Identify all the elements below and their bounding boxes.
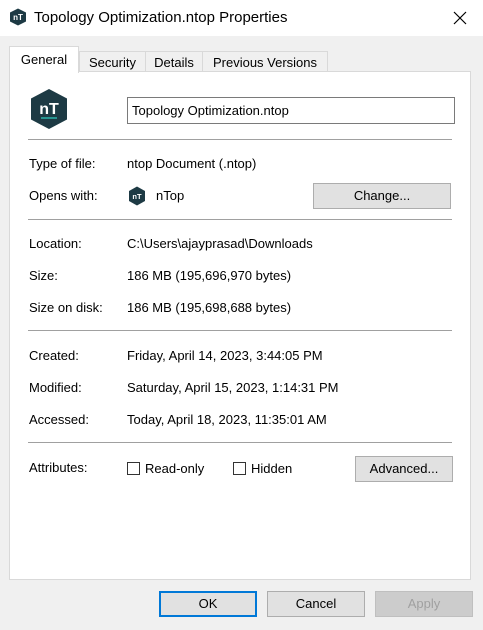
apply-button[interactable]: Apply xyxy=(375,591,473,617)
hidden-checkbox[interactable] xyxy=(233,462,246,475)
file-name-input[interactable] xyxy=(127,97,455,124)
change-button[interactable]: Change... xyxy=(313,183,451,209)
separator xyxy=(28,219,452,220)
close-button[interactable] xyxy=(437,0,483,36)
cancel-button[interactable]: Cancel xyxy=(267,591,365,617)
title-bar: nT Topology Optimization.ntop Properties xyxy=(0,0,483,36)
ntop-small-icon: nT xyxy=(128,186,146,206)
size-label: Size: xyxy=(29,268,58,283)
created-value: Friday, April 14, 2023, 3:44:05 PM xyxy=(127,348,323,363)
modified-label: Modified: xyxy=(29,380,82,395)
ok-button[interactable]: OK xyxy=(159,591,257,617)
separator xyxy=(28,139,452,140)
read-only-checkbox[interactable] xyxy=(127,462,140,475)
svg-text:nT: nT xyxy=(132,192,142,201)
accessed-label: Accessed: xyxy=(29,412,89,427)
size-on-disk-label: Size on disk: xyxy=(29,300,103,315)
size-value: 186 MB (195,696,970 bytes) xyxy=(127,268,292,283)
ntop-file-icon: nT xyxy=(30,88,68,130)
location-value: C:\Users\ajayprasad\Downloads xyxy=(127,236,313,251)
read-only-label[interactable]: Read-only xyxy=(145,461,204,476)
size-on-disk-value: 186 MB (195,698,688 bytes) xyxy=(127,300,292,315)
location-label: Location: xyxy=(29,236,82,251)
separator xyxy=(28,330,452,331)
svg-text:nT: nT xyxy=(13,13,23,22)
separator xyxy=(28,442,452,443)
hidden-label[interactable]: Hidden xyxy=(251,461,292,476)
type-of-file-label: Type of file: xyxy=(29,156,96,171)
tab-general[interactable]: General xyxy=(9,46,79,73)
general-panel: nT Type of file: ntop Document (.ntop) O… xyxy=(9,71,471,580)
modified-value: Saturday, April 15, 2023, 1:14:31 PM xyxy=(127,380,339,395)
attributes-label: Attributes: xyxy=(29,460,88,475)
ntop-app-icon: nT xyxy=(9,8,27,26)
accessed-value: Today, April 18, 2023, 11:35:01 AM xyxy=(127,412,327,427)
tab-security[interactable]: Security xyxy=(79,51,146,72)
created-label: Created: xyxy=(29,348,79,363)
close-icon xyxy=(453,11,467,25)
advanced-button[interactable]: Advanced... xyxy=(355,456,453,482)
type-of-file-value: ntop Document (.ntop) xyxy=(127,156,257,171)
opens-with-label: Opens with: xyxy=(29,188,98,203)
window-title: Topology Optimization.ntop Properties xyxy=(34,9,288,26)
tab-previous-versions[interactable]: Previous Versions xyxy=(202,51,328,72)
opens-with-value: nTop xyxy=(156,188,185,203)
tab-details[interactable]: Details xyxy=(145,51,203,72)
svg-text:nT: nT xyxy=(39,101,59,118)
